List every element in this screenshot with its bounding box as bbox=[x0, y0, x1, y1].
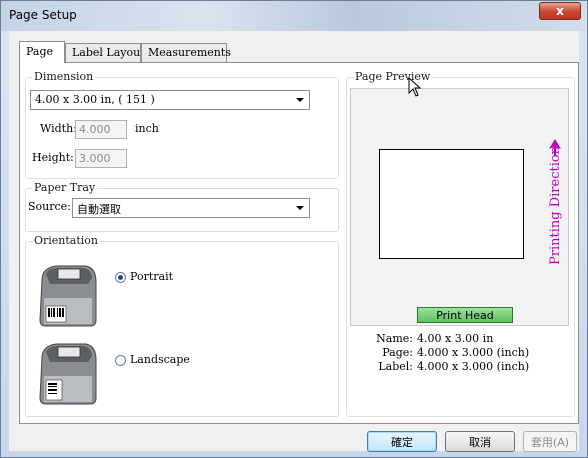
mouse-pointer-icon bbox=[408, 77, 422, 97]
width-unit: inch bbox=[135, 122, 159, 135]
chevron-down-icon bbox=[296, 206, 304, 210]
height-label: Height: bbox=[32, 151, 74, 164]
paper-tray-group: Paper Tray Source: 自動選取 bbox=[25, 181, 339, 232]
chevron-down-icon bbox=[296, 98, 304, 102]
cancel-button[interactable]: 取消 bbox=[445, 431, 515, 452]
printing-direction-label: Printing Direction bbox=[548, 145, 563, 265]
tab-page[interactable]: Page bbox=[19, 41, 65, 63]
dimension-select-value: 4.00 x 3.00 in, ( 151 ) bbox=[35, 93, 155, 106]
preview-canvas: Print Head Printing Direction bbox=[350, 88, 569, 326]
page-setup-window: Page Setup x Page Label Layout Measureme… bbox=[0, 0, 588, 458]
label-preview bbox=[379, 149, 524, 259]
tab-page-panel: Dimension 4.00 x 3.00 in, ( 151 ) Width:… bbox=[19, 62, 579, 424]
width-label: Width: bbox=[40, 122, 77, 135]
paper-tray-group-title: Paper Tray bbox=[32, 181, 98, 194]
printer-portrait-icon bbox=[39, 265, 97, 327]
apply-button[interactable]: 套用(A) bbox=[523, 431, 577, 452]
dialog-body: Page Label Layout Measurements Dimension… bbox=[9, 31, 579, 452]
page-preview-group: Page Preview Print Head Printing Directi… bbox=[346, 70, 575, 417]
dimension-group: Dimension 4.00 x 3.00 in, ( 151 ) Width:… bbox=[25, 70, 339, 179]
source-select[interactable]: 自動選取 bbox=[72, 198, 310, 218]
dimension-group-title: Dimension bbox=[32, 70, 96, 83]
tab-measurements[interactable]: Measurements bbox=[141, 43, 231, 62]
page-label: Page: bbox=[382, 346, 413, 359]
name-label: Name: bbox=[376, 332, 413, 345]
landscape-label[interactable]: Landscape bbox=[130, 353, 190, 366]
print-head-indicator: Print Head bbox=[417, 307, 513, 323]
portrait-radio[interactable] bbox=[115, 272, 126, 283]
source-label: Source: bbox=[28, 200, 71, 213]
title-bar[interactable]: Page Setup x bbox=[1, 1, 587, 31]
source-select-value: 自動選取 bbox=[77, 203, 121, 216]
dimension-select[interactable]: 4.00 x 3.00 in, ( 151 ) bbox=[30, 90, 310, 110]
height-field[interactable]: 3.000 bbox=[75, 149, 127, 168]
name-value: 4.00 x 3.00 in bbox=[417, 332, 494, 345]
printer-landscape-icon bbox=[39, 343, 97, 405]
close-button[interactable]: x bbox=[539, 2, 581, 20]
orientation-group: Orientation Portrait Landscape bbox=[25, 234, 339, 417]
ok-button[interactable]: 確定 bbox=[367, 431, 437, 452]
tab-label-layout[interactable]: Label Layout bbox=[65, 43, 145, 62]
landscape-radio[interactable] bbox=[115, 355, 126, 366]
close-icon: x bbox=[556, 4, 564, 18]
orientation-group-title: Orientation bbox=[32, 234, 101, 247]
portrait-label[interactable]: Portrait bbox=[130, 270, 173, 283]
window-title: Page Setup bbox=[9, 8, 77, 22]
width-field[interactable]: 4.000 bbox=[75, 120, 127, 139]
label-value: 4.000 x 3.000 (inch) bbox=[417, 360, 530, 373]
page-value: 4.000 x 3.000 (inch) bbox=[417, 346, 530, 359]
label-label: Label: bbox=[378, 360, 413, 373]
